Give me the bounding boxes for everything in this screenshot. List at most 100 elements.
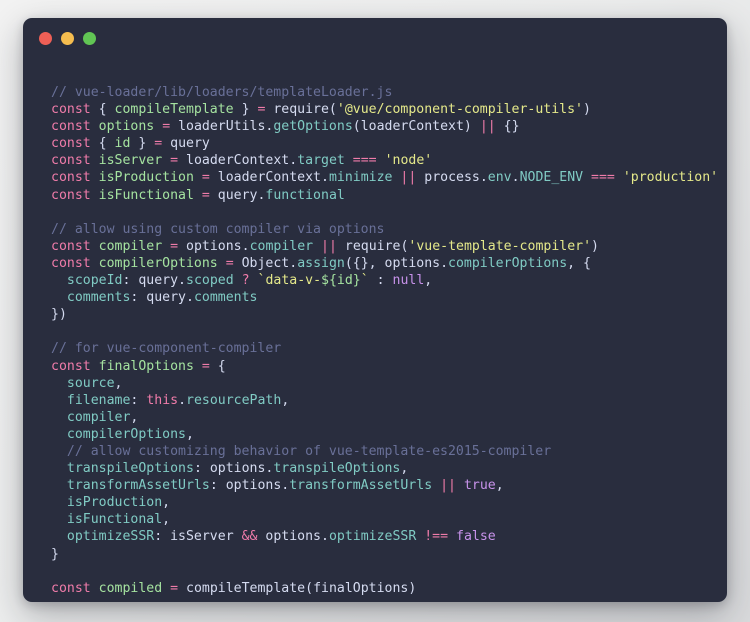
code-token-prop: comments	[66, 290, 131, 306]
code-token-prop: transformAssetUrls	[289, 478, 433, 494]
code-token-txt: ({}, options.	[344, 255, 449, 271]
close-button[interactable]	[39, 31, 52, 45]
code-token-txt: process.	[416, 170, 488, 186]
code-token-var: isFunctional	[98, 187, 194, 203]
code-token-com: // allow using custom compiler via optio…	[51, 221, 385, 237]
maximize-button[interactable]	[83, 31, 96, 45]
code-token-txt: :	[368, 273, 393, 289]
code-token-prop: compiler	[249, 238, 314, 254]
code-line: // vue-loader/lib/loaders/templateLoader…	[51, 84, 727, 101]
code-token-var: compilerOptions	[98, 255, 218, 271]
code-token-str: '@vue/component-compiler-utils'	[336, 102, 584, 118]
code-token-txt: }	[233, 102, 258, 118]
code-token-op: =	[170, 580, 179, 596]
code-token-prop: env	[487, 170, 512, 186]
code-token-prop: compilerOptions	[66, 426, 186, 442]
code-token-txt: loaderContext.	[209, 170, 329, 186]
code-token-prop: isFunctional	[66, 512, 163, 528]
code-token-txt: {	[209, 358, 226, 374]
code-token-prop: source	[66, 375, 115, 391]
code-line: const { compileTemplate } = require('@vu…	[51, 101, 727, 118]
code-token-prop: compilerOptions	[448, 255, 568, 271]
code-token-txt: : query.	[122, 273, 186, 289]
code-token-txt: .	[511, 170, 520, 186]
code-token-txt: ,	[114, 375, 123, 391]
code-token-prop: assign	[297, 255, 345, 271]
code-token-key: const	[51, 238, 91, 254]
code-editor-window: // vue-loader/lib/loaders/templateLoader…	[23, 18, 727, 602]
code-line: // for vue-component-compiler	[51, 340, 727, 357]
code-token-txt: : options.	[209, 478, 290, 494]
code-token-var: compileTemplate	[114, 102, 234, 118]
code-line: filename: this.resourcePath,	[51, 392, 727, 409]
code-token-op: =	[154, 136, 163, 152]
code-token-key: const	[51, 119, 91, 135]
code-token-var: id	[114, 136, 131, 152]
code-token-txt: ,	[185, 426, 194, 442]
code-token-key: const	[51, 255, 91, 271]
minimize-button[interactable]	[61, 31, 74, 45]
code-line: optimizeSSR: isServer && options.optimiz…	[51, 528, 727, 545]
code-token-key: const	[51, 136, 91, 152]
code-token-txt: options.	[257, 529, 329, 545]
code-line: // allow customizing behavior of vue-tem…	[51, 443, 727, 460]
code-token-txt: })	[51, 307, 67, 323]
code-token-prop: optimizeSSR	[328, 529, 417, 545]
code-line: }	[51, 546, 727, 563]
code-token-prop: getOptions	[273, 119, 353, 135]
code-token-op: =	[170, 153, 179, 169]
code-token-txt: ,	[130, 409, 139, 425]
code-token-const: true	[463, 478, 496, 494]
code-token-op: =	[170, 238, 179, 254]
code-token-txt: {	[90, 136, 115, 152]
code-token-op: ||	[321, 238, 337, 254]
code-token-prop: compiler	[66, 409, 131, 425]
window-titlebar[interactable]	[23, 18, 727, 58]
code-token-op: =	[201, 170, 210, 186]
code-token-txt: .	[178, 392, 187, 408]
code-line: const isProduction = loaderContext.minim…	[51, 169, 727, 186]
code-line: const finalOptions = {	[51, 358, 727, 375]
code-token-key: const	[51, 153, 91, 169]
code-token-txt: : options.	[193, 461, 274, 477]
code-token-op: =	[201, 358, 210, 374]
code-token-var: compiled	[98, 580, 163, 596]
code-token-txt: :	[130, 392, 147, 408]
code-token-str: `data-v-	[257, 273, 322, 289]
code-token-var: isServer	[98, 153, 163, 169]
code-line: scopeId: query.scoped ? `data-v-${id}` :…	[51, 272, 727, 289]
code-token-key: const	[51, 102, 91, 118]
code-token-str: 'vue-template-compiler'	[408, 238, 592, 254]
code-line: const compilerOptions = Object.assign({}…	[51, 255, 727, 272]
code-token-prop: NODE_ENV	[519, 170, 584, 186]
code-token-prop: optimizeSSR	[66, 529, 155, 545]
code-token-prop: transpileOptions	[273, 461, 401, 477]
code-token-prop: functional	[265, 187, 345, 203]
code-token-op: ===	[591, 170, 615, 186]
code-token-com: // vue-loader/lib/loaders/templateLoader…	[51, 85, 393, 100]
code-content[interactable]: // vue-loader/lib/loaders/templateLoader…	[23, 58, 727, 602]
code-token-txt: ,	[400, 461, 409, 477]
code-token-prop: scoped	[186, 273, 234, 289]
code-token-txt: ,	[281, 392, 290, 408]
